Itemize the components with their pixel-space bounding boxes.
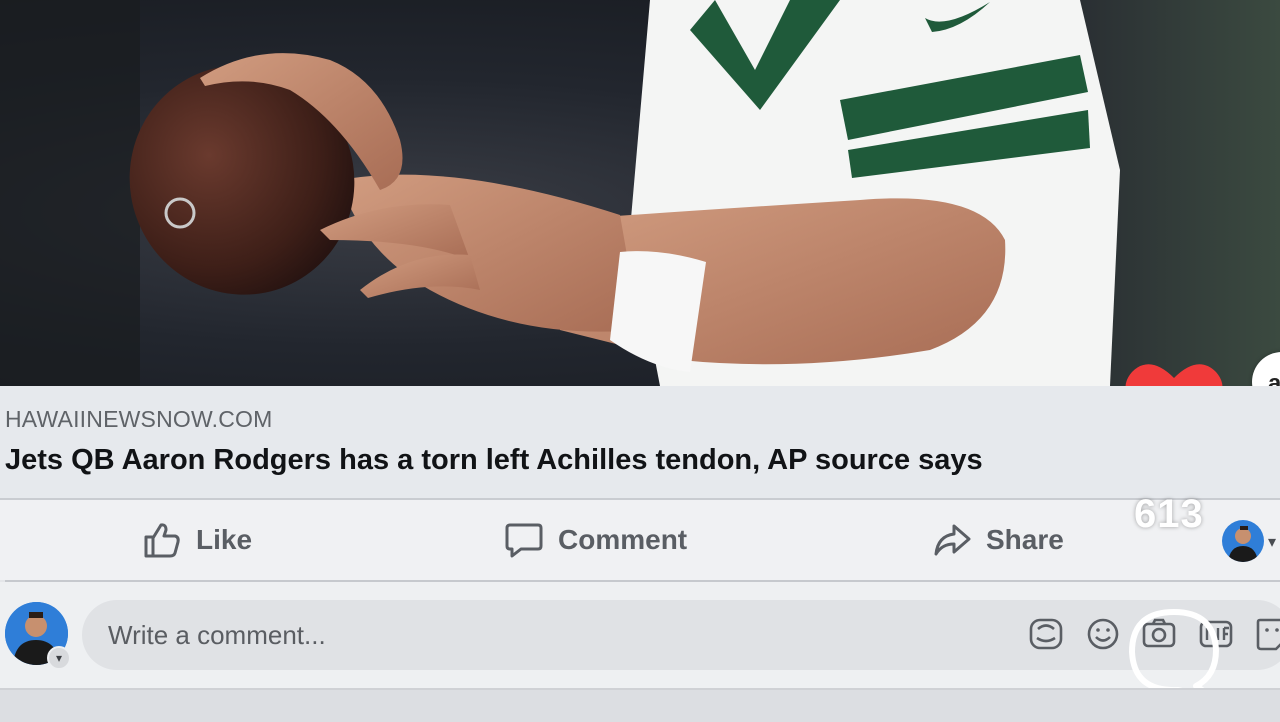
speech-bubble-icon bbox=[505, 523, 543, 558]
share-button[interactable]: Share bbox=[932, 500, 1064, 580]
link-preview[interactable]: HAWAIINEWSNOW.COM Jets QB Aaron Rodgers … bbox=[0, 386, 1280, 500]
football-player-photo bbox=[0, 0, 1280, 386]
comment-composer: ▾ bbox=[0, 582, 1280, 688]
sticker-icon[interactable] bbox=[1254, 616, 1280, 652]
like-button[interactable]: Like bbox=[142, 500, 252, 580]
footer-strip bbox=[0, 688, 1280, 722]
comment-input[interactable] bbox=[106, 618, 990, 652]
chevron-down-icon[interactable]: ▾ bbox=[1268, 532, 1276, 552]
person-avatar-icon bbox=[1228, 526, 1258, 562]
share-arrow-icon bbox=[934, 524, 971, 556]
like-label: Like bbox=[196, 524, 253, 555]
share-label: Share bbox=[986, 524, 1064, 555]
comment-button[interactable]: Comment bbox=[504, 500, 687, 580]
comment-label: Comment bbox=[558, 524, 688, 555]
link-title[interactable]: Jets QB Aaron Rodgers has a torn left Ac… bbox=[5, 444, 983, 477]
reaction-avatar[interactable] bbox=[1222, 520, 1264, 562]
reaction-count[interactable]: 613 bbox=[1134, 492, 1204, 537]
link-domain: HAWAIINEWSNOW.COM bbox=[5, 406, 273, 432]
smiley-icon[interactable] bbox=[1085, 616, 1121, 652]
post-action-bar: Like Comment Share bbox=[0, 500, 1280, 580]
thumbs-up-icon bbox=[144, 523, 180, 558]
avatar-sticker-icon[interactable] bbox=[1028, 616, 1064, 652]
chevron-down-icon[interactable]: ▾ bbox=[47, 646, 71, 670]
post-image[interactable] bbox=[0, 0, 1280, 386]
